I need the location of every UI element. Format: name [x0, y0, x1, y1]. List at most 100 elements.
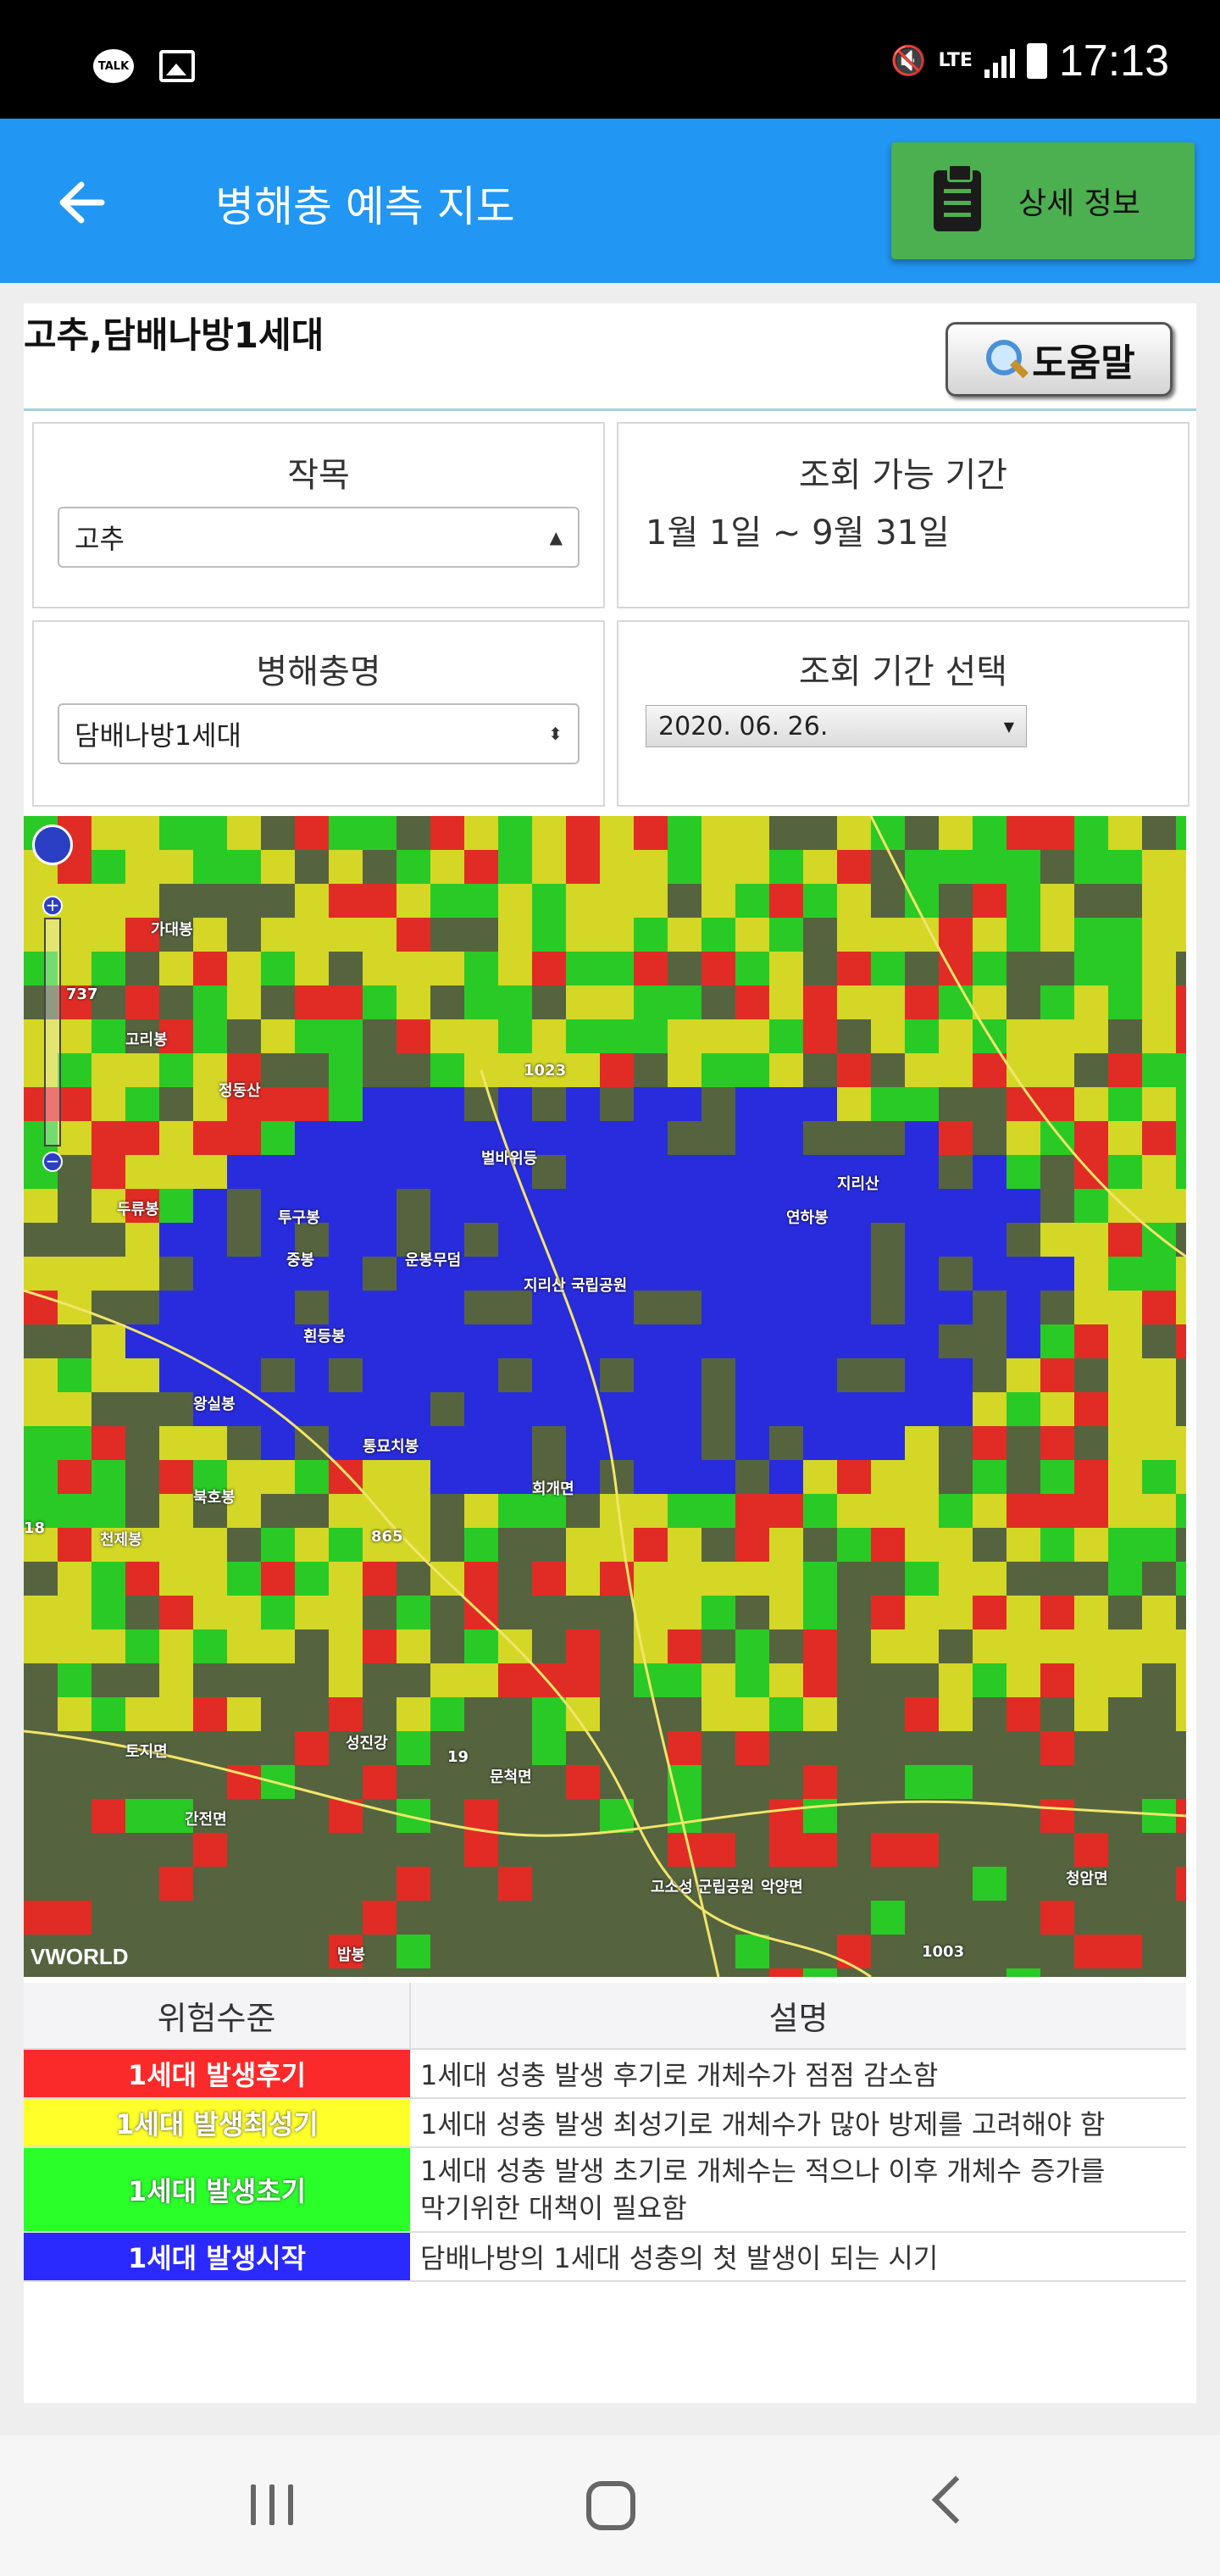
risk-grid-cell [58, 1562, 92, 1596]
map-place-label: 투구봉 [278, 1209, 320, 1227]
help-button[interactable]: 도움말 [946, 322, 1173, 397]
risk-grid-cell [1006, 1968, 1040, 1977]
risk-grid-cell [837, 1223, 871, 1257]
map-place-label: 지리산 [837, 1175, 879, 1193]
risk-grid-cell [396, 918, 430, 952]
risk-grid-cell [159, 850, 193, 884]
risk-grid-cell [1108, 1155, 1142, 1189]
risk-grid-cell [769, 850, 803, 884]
risk-grid-cell [1142, 850, 1176, 884]
risk-grid-cell [735, 1087, 769, 1121]
date-select[interactable]: 2020. 06. 26. ▼ [646, 705, 1027, 747]
risk-grid-cell [973, 1189, 1006, 1223]
risk-grid-cell [668, 1731, 702, 1765]
risk-grid-cell [600, 1019, 634, 1053]
risk-grid-cell [769, 918, 803, 952]
risk-grid-cell [1040, 816, 1074, 850]
risk-grid-cell [329, 918, 363, 952]
risk-grid-cell [803, 1833, 837, 1867]
risk-grid-cell [803, 850, 837, 884]
risk-grid-cell [803, 1358, 837, 1392]
risk-grid-cell [261, 1629, 295, 1663]
risk-grid-cell [905, 1019, 939, 1053]
risk-grid-cell [227, 1596, 261, 1629]
risk-grid-cell [668, 1833, 702, 1867]
risk-grid-cell [803, 1291, 837, 1324]
zoom-slider[interactable] [44, 918, 61, 1146]
risk-grid-cell [261, 1596, 295, 1629]
risk-grid-cell [973, 1426, 1006, 1460]
back-arrow-icon[interactable] [51, 171, 114, 234]
risk-grid-cell [973, 1596, 1006, 1629]
risk-grid-cell [430, 1019, 464, 1053]
risk-grid-cell [329, 1053, 363, 1087]
risk-grid-cell [464, 1629, 498, 1663]
risk-grid-cell [837, 1935, 871, 1968]
zoom-out-icon[interactable]: − [42, 1152, 63, 1172]
risk-grid-cell [769, 1291, 803, 1324]
zoom-in-icon[interactable]: + [42, 896, 63, 916]
risk-grid-cell [193, 985, 227, 1019]
risk-grid-cell [125, 1358, 159, 1392]
risk-grid-cell [769, 1053, 803, 1087]
risk-grid-cell [803, 1629, 837, 1663]
risk-grid-cell [193, 1833, 227, 1867]
risk-grid-cell [1108, 952, 1142, 985]
risk-grid-cell [1006, 816, 1040, 850]
risk-grid-cell [498, 1663, 532, 1697]
risk-grid-cell [193, 1596, 227, 1629]
risk-grid-cell [634, 1460, 668, 1494]
risk-grid-cell [159, 952, 193, 985]
risk-grid-cell [227, 1291, 261, 1324]
risk-grid-cell [363, 1121, 396, 1155]
risk-grid-cell [905, 1629, 939, 1663]
risk-grid-cell [668, 985, 702, 1019]
risk-grid-cell [973, 850, 1006, 884]
risk-grid-cell [803, 1019, 837, 1053]
risk-grid-cell [1176, 1324, 1186, 1358]
recent-apps-icon[interactable] [251, 2484, 293, 2525]
risk-grid-cell [668, 1053, 702, 1087]
risk-grid-cell [1040, 1121, 1074, 1155]
risk-grid-cell [498, 1019, 532, 1053]
nav-back-icon[interactable] [931, 2475, 980, 2524]
risk-grid-cell [600, 1324, 634, 1358]
risk-grid-cell [871, 1087, 905, 1121]
map-place-label: 북호봉 [193, 1489, 236, 1507]
risk-grid-cell [58, 1901, 92, 1935]
risk-grid-cell [634, 1155, 668, 1189]
risk-grid-cell [634, 1358, 668, 1392]
risk-grid-cell [329, 1291, 363, 1324]
risk-grid-cell [430, 1697, 464, 1731]
risk-grid-cell [1040, 985, 1074, 1019]
risk-grid-cell [634, 884, 668, 918]
risk-grid-cell [363, 985, 396, 1019]
risk-grid-cell [702, 1833, 735, 1867]
risk-grid-cell [193, 952, 227, 985]
risk-grid-cell [295, 1019, 329, 1053]
pest-risk-map[interactable]: + − 가대봉 고리봉 정동산 1023 벌바위등 지리산 연하봉 두류봉 투구봉 중봉 운봉무덤 지… [24, 816, 1186, 1977]
risk-grid-cell [905, 1189, 939, 1223]
risk-grid-cell [735, 1324, 769, 1358]
risk-grid-cell [532, 1358, 566, 1392]
risk-grid-cell [92, 1596, 125, 1629]
crop-select[interactable]: 고추 ▲ [58, 507, 580, 568]
risk-grid-cell [939, 1053, 973, 1087]
risk-grid-cell [939, 1663, 973, 1697]
risk-grid-cell [92, 1155, 125, 1189]
risk-grid-cell [1142, 1629, 1176, 1663]
risk-grid-cell [905, 1494, 939, 1528]
pan-control-icon[interactable] [32, 824, 73, 865]
pest-select[interactable]: 담배나방1세대 ⬍ [58, 703, 580, 764]
risk-grid-cell [498, 816, 532, 850]
risk-grid-cell [227, 1562, 261, 1596]
risk-grid-cell [464, 1528, 498, 1562]
risk-grid-cell [498, 1460, 532, 1494]
map-place-label: 737 [66, 985, 98, 1003]
detail-info-button[interactable]: 상세 정보 [891, 142, 1195, 259]
risk-grid-cell [1142, 1053, 1176, 1087]
risk-grid-cell [1074, 1189, 1108, 1223]
home-icon[interactable] [586, 2481, 635, 2530]
risk-grid-cell [430, 1155, 464, 1189]
risk-grid-cell [1142, 952, 1176, 985]
